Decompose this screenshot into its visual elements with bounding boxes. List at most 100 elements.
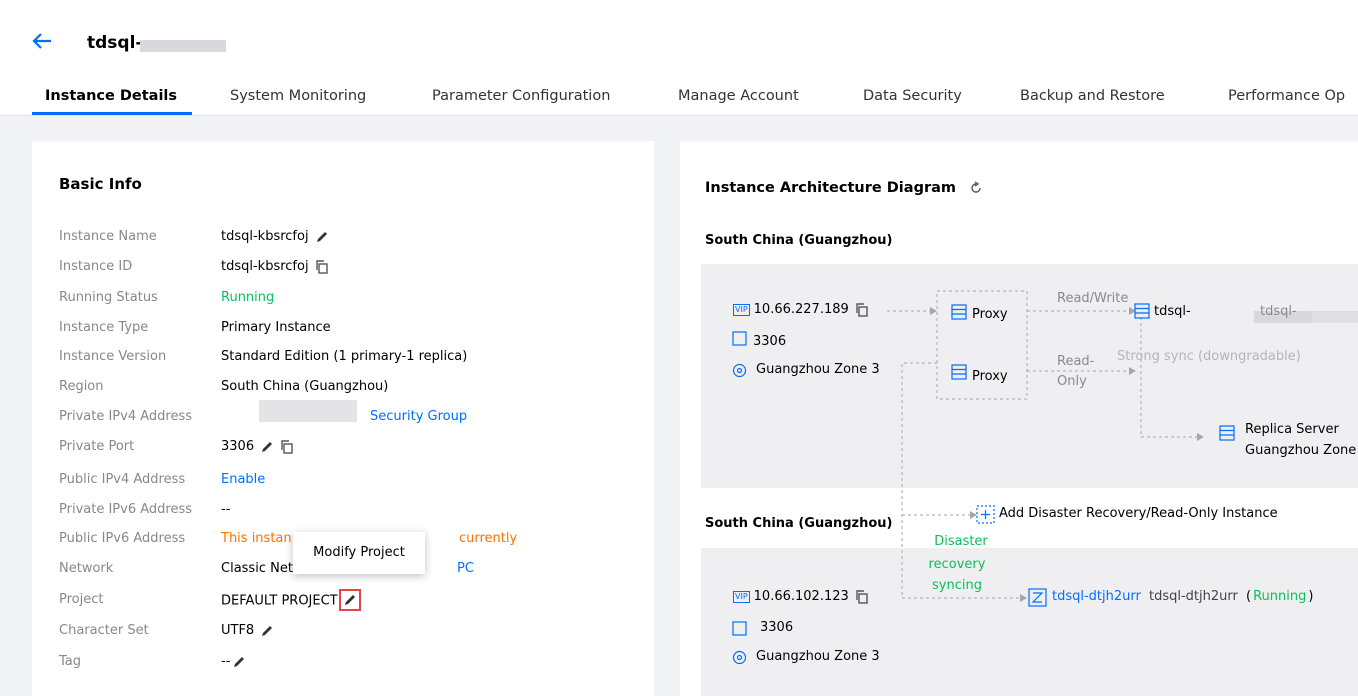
info-row-private-ipv4: Private IPv4 Address Security Group — [59, 400, 639, 427]
security-group-link[interactable]: Security Group — [370, 407, 467, 427]
replica-zone-label: Guangzhou Zone — [1245, 443, 1357, 458]
primary-instance-name: tdsql- — [1154, 304, 1191, 319]
public-ipv6-note: This instan — [221, 531, 292, 546]
dr-vip: 10.66.102.123 — [753, 589, 849, 604]
info-row-instance-version: Instance Version Standard Edition (1 pri… — [59, 347, 639, 367]
info-row-private-ipv6: Private IPv6 Address -- — [59, 500, 639, 520]
primary-zone: Guangzhou Zone 3 — [756, 362, 880, 377]
dr-sync-label-1: Disaster — [934, 534, 988, 549]
tab-performance-optimization[interactable]: Performance Op — [1228, 88, 1345, 104]
read-write-label: Read/Write — [1057, 291, 1129, 306]
dr-status: Running — [1253, 589, 1307, 604]
instance-version-value: Standard Edition (1 primary-1 replica) — [221, 349, 468, 364]
info-row-instance-id: Instance ID tdsql-kbsrcfoj — [59, 257, 639, 277]
basic-info-card: Basic Info Instance Name tdsql-kbsrcfoj … — [32, 141, 654, 696]
tab-backup-and-restore[interactable]: Backup and Restore — [1020, 88, 1165, 104]
modify-project-tooltip: Modify Project — [293, 532, 425, 574]
info-label: Private IPv4 Address — [59, 409, 192, 424]
proxy-node-1: Proxy — [972, 307, 1008, 322]
dr-instance-id-link[interactable]: tdsql-dtjh2urr — [1052, 589, 1141, 604]
network-value: Classic Net — [221, 561, 293, 576]
info-label: Private Port — [59, 439, 135, 454]
info-label: Private IPv6 Address — [59, 502, 192, 517]
private-ipv6-value: -- — [221, 502, 231, 517]
info-label: Project — [59, 592, 104, 607]
region-value: South China (Guangzhou) — [221, 379, 389, 394]
read-only-label-1: Read- — [1057, 354, 1095, 369]
info-label: Network — [59, 561, 114, 576]
page-title: tdsql- — [87, 33, 143, 53]
primary-instance-name-alt: tdsql- — [1260, 304, 1297, 319]
dr-sync-label-2: recovery — [928, 557, 986, 572]
info-row-tag: Tag -- — [59, 652, 639, 672]
copy-icon[interactable] — [280, 439, 294, 454]
dr-instance-name: tdsql-dtjh2urr — [1149, 589, 1238, 604]
info-label: Instance ID — [59, 259, 133, 274]
running-status-value: Running — [221, 290, 275, 305]
active-tab-indicator — [32, 112, 192, 115]
info-row-running-status: Running Status Running — [59, 288, 639, 308]
vip-badge: VIP — [733, 303, 750, 316]
dr-zone: Guangzhou Zone 3 — [756, 649, 880, 664]
info-label: Instance Name — [59, 229, 157, 244]
replica-server-label: Replica Server — [1245, 422, 1339, 437]
redacted-mask — [259, 400, 357, 422]
public-ipv6-note-tail: currently — [459, 531, 518, 546]
info-label: Region — [59, 379, 104, 394]
info-label: Instance Type — [59, 320, 149, 335]
info-row-instance-type: Instance Type Primary Instance — [59, 318, 639, 338]
primary-vip: 10.66.227.189 — [753, 302, 849, 317]
tab-manage-account[interactable]: Manage Account — [678, 88, 799, 104]
instance-type-value: Primary Instance — [221, 320, 331, 335]
page-header: tdsql- Instance Details System Monitorin… — [0, 0, 1358, 116]
copy-icon[interactable] — [315, 259, 329, 274]
info-label: Running Status — [59, 290, 158, 305]
info-label: Public IPv4 Address — [59, 472, 186, 487]
tab-parameter-configuration[interactable]: Parameter Configuration — [432, 88, 610, 104]
tab-system-monitoring[interactable]: System Monitoring — [230, 88, 366, 104]
info-row-character-set: Character Set UTF8 — [59, 621, 639, 641]
edit-icon[interactable] — [315, 230, 329, 244]
tag-value: -- — [221, 654, 231, 669]
enable-public-ipv4-link[interactable]: Enable — [221, 470, 265, 490]
tab-bar: Instance Details System Monitoring Param… — [0, 84, 1358, 116]
basic-info-title: Basic Info — [59, 175, 142, 193]
edit-icon[interactable] — [232, 655, 246, 669]
copy-icon[interactable] — [855, 589, 869, 604]
strong-sync-label: Strong sync (downgradable) — [1117, 349, 1301, 364]
dr-status-open: ( — [1246, 589, 1252, 604]
tab-instance-details[interactable]: Instance Details — [45, 88, 177, 104]
info-row-private-port: Private Port 3306 — [59, 437, 639, 457]
info-label: Instance Version — [59, 349, 167, 364]
architecture-diagram-card: Instance Architecture Diagram South Chin… — [680, 141, 1358, 696]
info-row-public-ipv4: Public IPv4 Address Enable — [59, 470, 639, 490]
info-row-instance-name: Instance Name tdsql-kbsrcfoj — [59, 227, 639, 247]
project-value: DEFAULT PROJECT — [221, 593, 338, 609]
character-set-value: UTF8 — [221, 623, 255, 638]
info-label: Tag — [59, 654, 82, 669]
diagram-connectors — [732, 290, 1358, 665]
vip-badge: VIP — [733, 590, 750, 603]
dr-status-close: ) — [1308, 589, 1314, 604]
edit-icon[interactable] — [260, 440, 274, 454]
instance-name-value: tdsql-kbsrcfoj — [221, 229, 309, 244]
redacted-mask — [140, 40, 226, 52]
info-row-project: Project DEFAULT PROJECT — [59, 589, 639, 611]
back-arrow-icon[interactable] — [31, 31, 53, 51]
edit-project-icon[interactable] — [338, 589, 361, 611]
dr-port: 3306 — [760, 620, 794, 635]
instance-id-value: tdsql-kbsrcfoj — [221, 259, 309, 274]
primary-port: 3306 — [753, 334, 787, 349]
read-only-label-2: Only — [1057, 374, 1087, 389]
private-port-value: 3306 — [221, 439, 255, 454]
info-row-region: Region South China (Guangzhou) — [59, 377, 639, 397]
info-label: Public IPv6 Address — [59, 531, 186, 546]
tab-data-security[interactable]: Data Security — [863, 88, 962, 104]
info-label: Character Set — [59, 623, 149, 638]
copy-icon[interactable] — [855, 302, 869, 317]
add-dr-readonly-link[interactable]: Add Disaster Recovery/Read-Only Instance — [999, 506, 1278, 521]
dr-sync-label-3: syncing — [932, 578, 982, 593]
proxy-node-2: Proxy — [972, 369, 1008, 384]
edit-icon[interactable] — [260, 624, 274, 638]
network-vpc-link[interactable]: PC — [457, 559, 474, 579]
